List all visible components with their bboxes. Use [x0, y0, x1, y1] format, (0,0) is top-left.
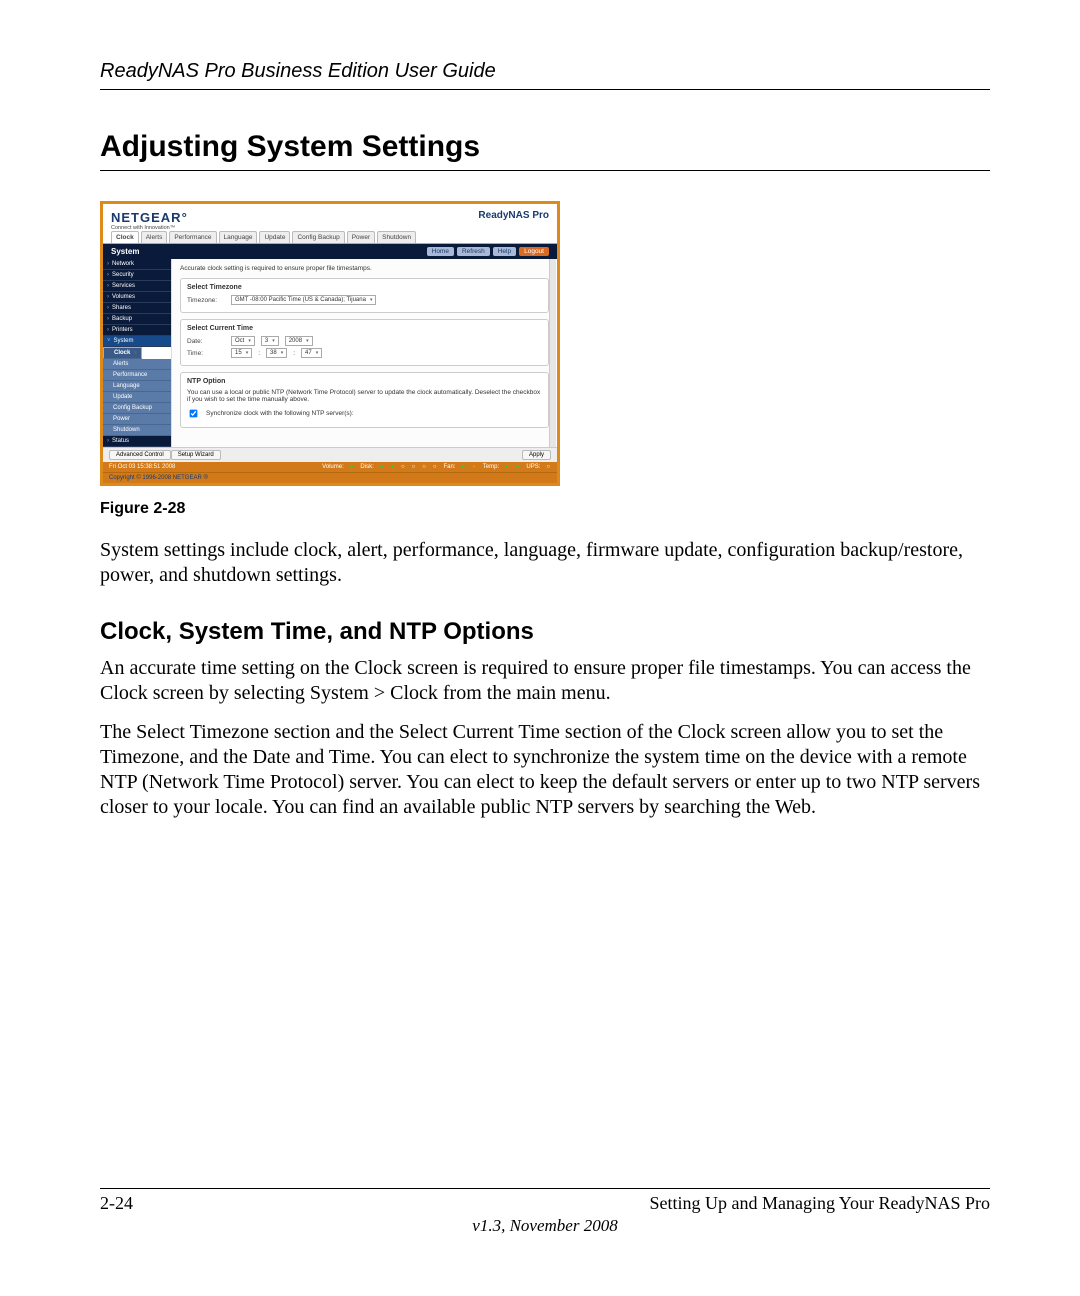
product-name: ReadyNAS Pro [478, 210, 549, 221]
sidebar-item-services[interactable]: ›Services [103, 281, 171, 292]
sidebar-sub-update[interactable]: Update [103, 392, 171, 403]
status-fan-label: Fan: [444, 464, 456, 470]
paragraph-2: An accurate time setting on the Clock sc… [100, 656, 990, 706]
paragraph-3: The Select Timezone section and the Sele… [100, 720, 990, 820]
page-number: 2-24 [100, 1193, 133, 1214]
sidebar-item-volumes[interactable]: ›Volumes [103, 292, 171, 303]
apply-button[interactable]: Apply [522, 450, 551, 460]
ntp-heading: NTP Option [187, 378, 542, 385]
figure-caption: Figure 2-28 [100, 500, 990, 518]
sidebar-item-security[interactable]: ›Security [103, 270, 171, 281]
time-hour-select[interactable]: 15 [231, 348, 252, 358]
logout-button[interactable]: Logout [519, 247, 549, 256]
sidebar-item-shares[interactable]: ›Shares [103, 303, 171, 314]
ntp-panel: NTP Option You can use a local or public… [180, 372, 549, 428]
refresh-button[interactable]: Refresh [457, 247, 490, 256]
timezone-select[interactable]: GMT -08:00 Pacific Time (US & Canada); T… [231, 295, 376, 305]
tab-power[interactable]: Power [347, 231, 375, 243]
date-label: Date: [187, 338, 225, 345]
time-label: Time: [187, 350, 225, 357]
sidebar-item-status[interactable]: ›Status [103, 436, 171, 447]
tab-alerts[interactable]: Alerts [141, 231, 168, 243]
section-heading: Adjusting System Settings [100, 130, 990, 164]
tab-row: Clock Alerts Performance Language Update… [103, 231, 557, 244]
sidebar: ›Network ›Security ›Services ›Volumes ›S… [103, 259, 171, 447]
section-rule [100, 170, 990, 171]
tab-clock[interactable]: Clock [111, 231, 139, 243]
sidebar-sub-config-backup[interactable]: Config Backup [103, 403, 171, 414]
current-time-panel: Select Current Time Date: Oct 3 2008 Tim… [180, 319, 549, 366]
status-disk-label: Disk: [360, 464, 373, 470]
footer-chapter: Setting Up and Managing Your ReadyNAS Pr… [650, 1193, 991, 1214]
sidebar-sub-performance[interactable]: Performance [103, 370, 171, 381]
time-min-select[interactable]: 38 [266, 348, 287, 358]
sidebar-sub-shutdown[interactable]: Shutdown [103, 425, 171, 436]
breadcrumb: System [111, 247, 139, 256]
sidebar-item-printers[interactable]: ›Printers [103, 325, 171, 336]
status-ups-label: UPS: [526, 464, 540, 470]
setup-wizard-button[interactable]: Setup Wizard [171, 450, 221, 460]
sidebar-item-backup[interactable]: ›Backup [103, 314, 171, 325]
sidebar-sub-alerts[interactable]: Alerts [103, 359, 171, 370]
sidebar-sub-language[interactable]: Language [103, 381, 171, 392]
status-volume-label: Volume: [322, 464, 344, 470]
tab-language[interactable]: Language [219, 231, 258, 243]
subsection-heading: Clock, System Time, and NTP Options [100, 618, 990, 646]
tab-config-backup[interactable]: Config Backup [292, 231, 344, 243]
timezone-heading: Select Timezone [187, 284, 542, 291]
home-button[interactable]: Home [427, 247, 454, 256]
tab-shutdown[interactable]: Shutdown [377, 231, 416, 243]
footer-version: v1.3, November 2008 [100, 1216, 990, 1236]
info-note: Accurate clock setting is required to en… [180, 265, 549, 272]
date-year-select[interactable]: 2008 [285, 336, 313, 346]
tab-update[interactable]: Update [259, 231, 290, 243]
date-month-select[interactable]: Oct [231, 336, 255, 346]
tab-performance[interactable]: Performance [169, 231, 216, 243]
copyright-footer: Copyright © 1996-2008 NETGEAR ® [103, 472, 557, 483]
date-day-select[interactable]: 3 [261, 336, 279, 346]
header-rule [100, 89, 990, 90]
help-button[interactable]: Help [493, 247, 516, 256]
scrollbar[interactable] [549, 259, 556, 447]
running-head: ReadyNAS Pro Business Edition User Guide [100, 60, 990, 83]
status-temp-label: Temp: [483, 464, 499, 470]
ntp-description: You can use a local or public NTP (Netwo… [187, 389, 542, 403]
sidebar-sub-power[interactable]: Power [103, 414, 171, 425]
ntp-sync-label: Synchronize clock with the following NTP… [206, 410, 354, 417]
timezone-panel: Select Timezone Timezone: GMT -08:00 Pac… [180, 278, 549, 313]
embedded-screenshot: NETGEAR° Connect with Innovation™ ReadyN… [100, 201, 560, 486]
status-strip: Fri Oct 03 15:38:51 2008 Volume: Disk: F… [103, 462, 557, 472]
timezone-label: Timezone: [187, 297, 225, 304]
time-sec-select[interactable]: 47 [301, 348, 322, 358]
status-datetime: Fri Oct 03 15:38:51 2008 [109, 464, 175, 470]
advanced-control-button[interactable]: Advanced Control [109, 450, 171, 460]
current-time-heading: Select Current Time [187, 325, 542, 332]
paragraph-1: System settings include clock, alert, pe… [100, 538, 990, 588]
brand-logo: NETGEAR° Connect with Innovation™ [111, 210, 188, 231]
sidebar-item-system[interactable]: ˅System [103, 336, 171, 347]
sidebar-item-network[interactable]: ›Network [103, 259, 171, 270]
ntp-sync-checkbox[interactable] [190, 410, 198, 418]
sidebar-sub-clock[interactable]: Clock [103, 347, 142, 359]
